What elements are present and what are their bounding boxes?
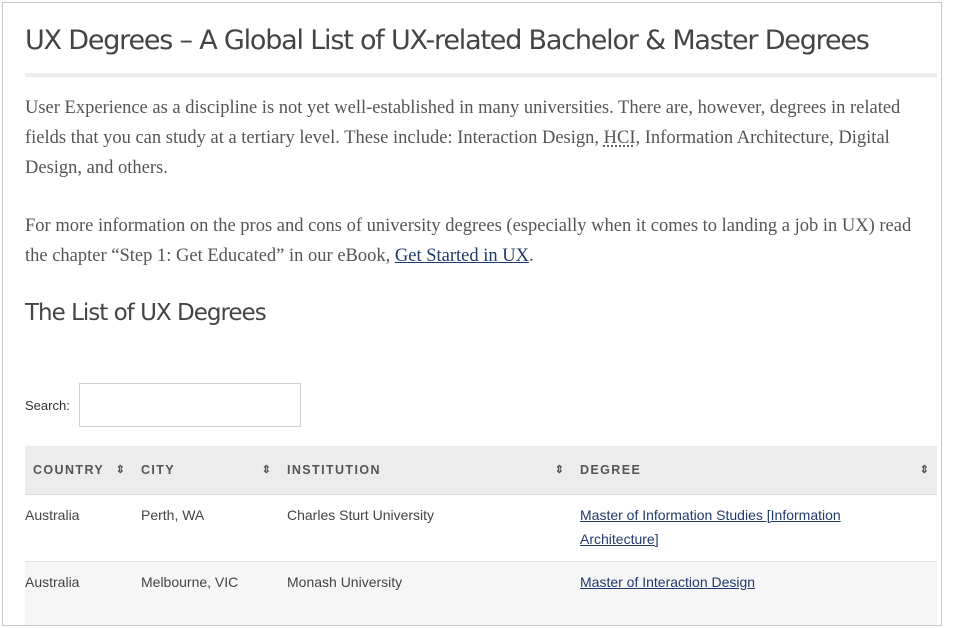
page-frame: UX Degrees – A Global List of UX-related…: [2, 2, 942, 626]
table-row: Australia Perth, WA Charles Sturt Univer…: [25, 494, 937, 562]
page-title: UX Degrees – A Global List of UX-related…: [25, 25, 870, 56]
ebook-text-end: .: [528, 246, 534, 266]
degrees-table: COUNTRY ⇕ CITY ⇕ INSTITUTION ⇕ DEGREE ⇕ Aust…: [25, 446, 937, 625]
search-label: Search:: [25, 397, 70, 413]
cell-degree: Master of Information Studies [Informati…: [572, 494, 937, 562]
degree-link[interactable]: Master of Information Studies [Informati…: [580, 507, 841, 547]
institution-header-label: INSTITUTION: [287, 462, 381, 477]
cell-city: Melbourne, VIC: [133, 561, 279, 625]
degree-header-label: DEGREE: [580, 462, 642, 477]
ebook-paragraph: For more information on the pros and con…: [25, 211, 937, 271]
column-header-city[interactable]: CITY ⇕: [133, 446, 279, 495]
search-input[interactable]: [78, 383, 301, 427]
sort-icon: ⇕: [554, 464, 564, 477]
section-heading: The List of UX Degrees: [25, 300, 267, 326]
country-header-label: COUNTRY: [33, 462, 105, 477]
cell-institution: Monash University: [279, 561, 572, 625]
sort-icon: ⇕: [115, 464, 125, 477]
ebook-link[interactable]: Get Started in UX: [395, 246, 529, 266]
cell-country: Australia: [25, 561, 133, 625]
hci-abbreviation[interactable]: HCI: [604, 128, 636, 148]
sort-icon: ⇕: [919, 464, 929, 477]
column-header-degree[interactable]: DEGREE ⇕: [572, 446, 937, 495]
table-header-row: COUNTRY ⇕ CITY ⇕ INSTITUTION ⇕ DEGREE ⇕: [25, 446, 937, 495]
cell-degree: Master of Interaction Design: [572, 561, 937, 625]
column-header-country[interactable]: COUNTRY ⇕: [25, 446, 133, 495]
cell-country: Australia: [25, 494, 133, 562]
intro-paragraph: User Experience as a discipline is not y…: [25, 93, 937, 183]
column-header-institution[interactable]: INSTITUTION ⇕: [279, 446, 572, 495]
sort-icon: ⇕: [261, 464, 271, 477]
cell-institution: Charles Sturt University: [279, 494, 572, 562]
city-header-label: CITY: [141, 462, 176, 477]
title-divider: [25, 73, 937, 77]
cell-city: Perth, WA: [133, 494, 279, 562]
degree-link[interactable]: Master of Interaction Design: [580, 574, 755, 590]
search-bar: Search:: [25, 383, 301, 427]
table-row: Australia Melbourne, VIC Monash Universi…: [25, 561, 937, 625]
